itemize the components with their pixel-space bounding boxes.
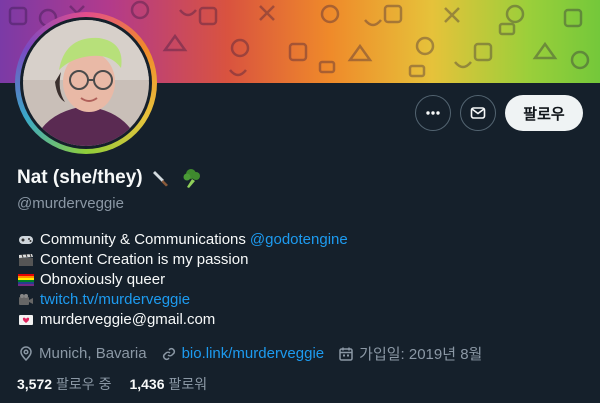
following-count: 3,572 xyxy=(17,376,53,392)
rainbow-flag-emoji xyxy=(17,273,34,288)
envelope-icon xyxy=(470,107,486,119)
bio-text: Obnoxiously queer xyxy=(40,271,166,288)
more-button[interactable] xyxy=(415,95,451,131)
website: bio.link/murderveggie xyxy=(161,345,325,362)
following-count-link[interactable]: 3,572 팔로우 중 xyxy=(17,374,111,394)
message-button[interactable] xyxy=(460,95,496,131)
location-pin-icon xyxy=(20,345,32,361)
avatar-border xyxy=(20,17,152,149)
game-controller-emoji xyxy=(17,233,34,248)
avatar[interactable] xyxy=(15,12,157,154)
website-link[interactable]: bio.link/murderveggie xyxy=(182,345,325,362)
join-date: 가입일: 2019년 8월 xyxy=(338,343,482,364)
followers-count-link[interactable]: 1,436 팔로워 xyxy=(129,374,207,394)
bio: Community & Communications @godotengine … xyxy=(17,230,348,330)
bio-text: Content Creation is my passion xyxy=(40,251,249,268)
bio-text: murderveggie@gmail.com xyxy=(40,311,216,328)
godot-mention-link[interactable]: @godotengine xyxy=(250,230,348,250)
location: Munich, Bavaria xyxy=(18,345,147,362)
link-icon xyxy=(162,347,175,360)
video-camera-emoji xyxy=(17,293,34,308)
display-name: Nat (she/they) xyxy=(17,167,143,188)
twitch-link[interactable]: twitch.tv/murderveggie xyxy=(40,290,190,310)
bio-line: murderveggie@gmail.com xyxy=(17,310,348,330)
bio-line: twitch.tv/murderveggie xyxy=(17,290,348,310)
calendar-icon xyxy=(339,347,353,361)
knife-emoji xyxy=(152,171,168,187)
clapper-board-emoji xyxy=(17,253,34,268)
profile-meta: Munich, Bavaria bio.link/murderveggie 가입… xyxy=(18,343,496,364)
followers-count: 1,436 xyxy=(129,376,165,392)
bio-line: Obnoxiously queer xyxy=(17,270,348,290)
avatar-photo xyxy=(23,20,149,146)
handle: @murderveggie xyxy=(17,195,124,212)
followers-label: 팔로워 xyxy=(168,376,208,392)
love-letter-emoji xyxy=(17,313,34,328)
bio-line: Content Creation is my passion xyxy=(17,250,348,270)
following-label: 팔로우 중 xyxy=(56,376,112,392)
profile-stats: 3,572 팔로우 중 1,436 팔로워 xyxy=(17,374,225,394)
name-row: Nat (she/they) xyxy=(17,167,201,189)
bio-text: Community & Communications xyxy=(40,231,246,248)
follow-button[interactable]: 팔로우 xyxy=(505,95,583,131)
bio-line: Community & Communications @godotengine xyxy=(17,230,348,250)
join-date-text: 가입일: 2019년 8월 xyxy=(359,346,483,363)
location-text: Munich, Bavaria xyxy=(39,345,147,362)
more-horizontal-icon xyxy=(426,111,440,115)
broccoli-emoji xyxy=(183,169,200,188)
